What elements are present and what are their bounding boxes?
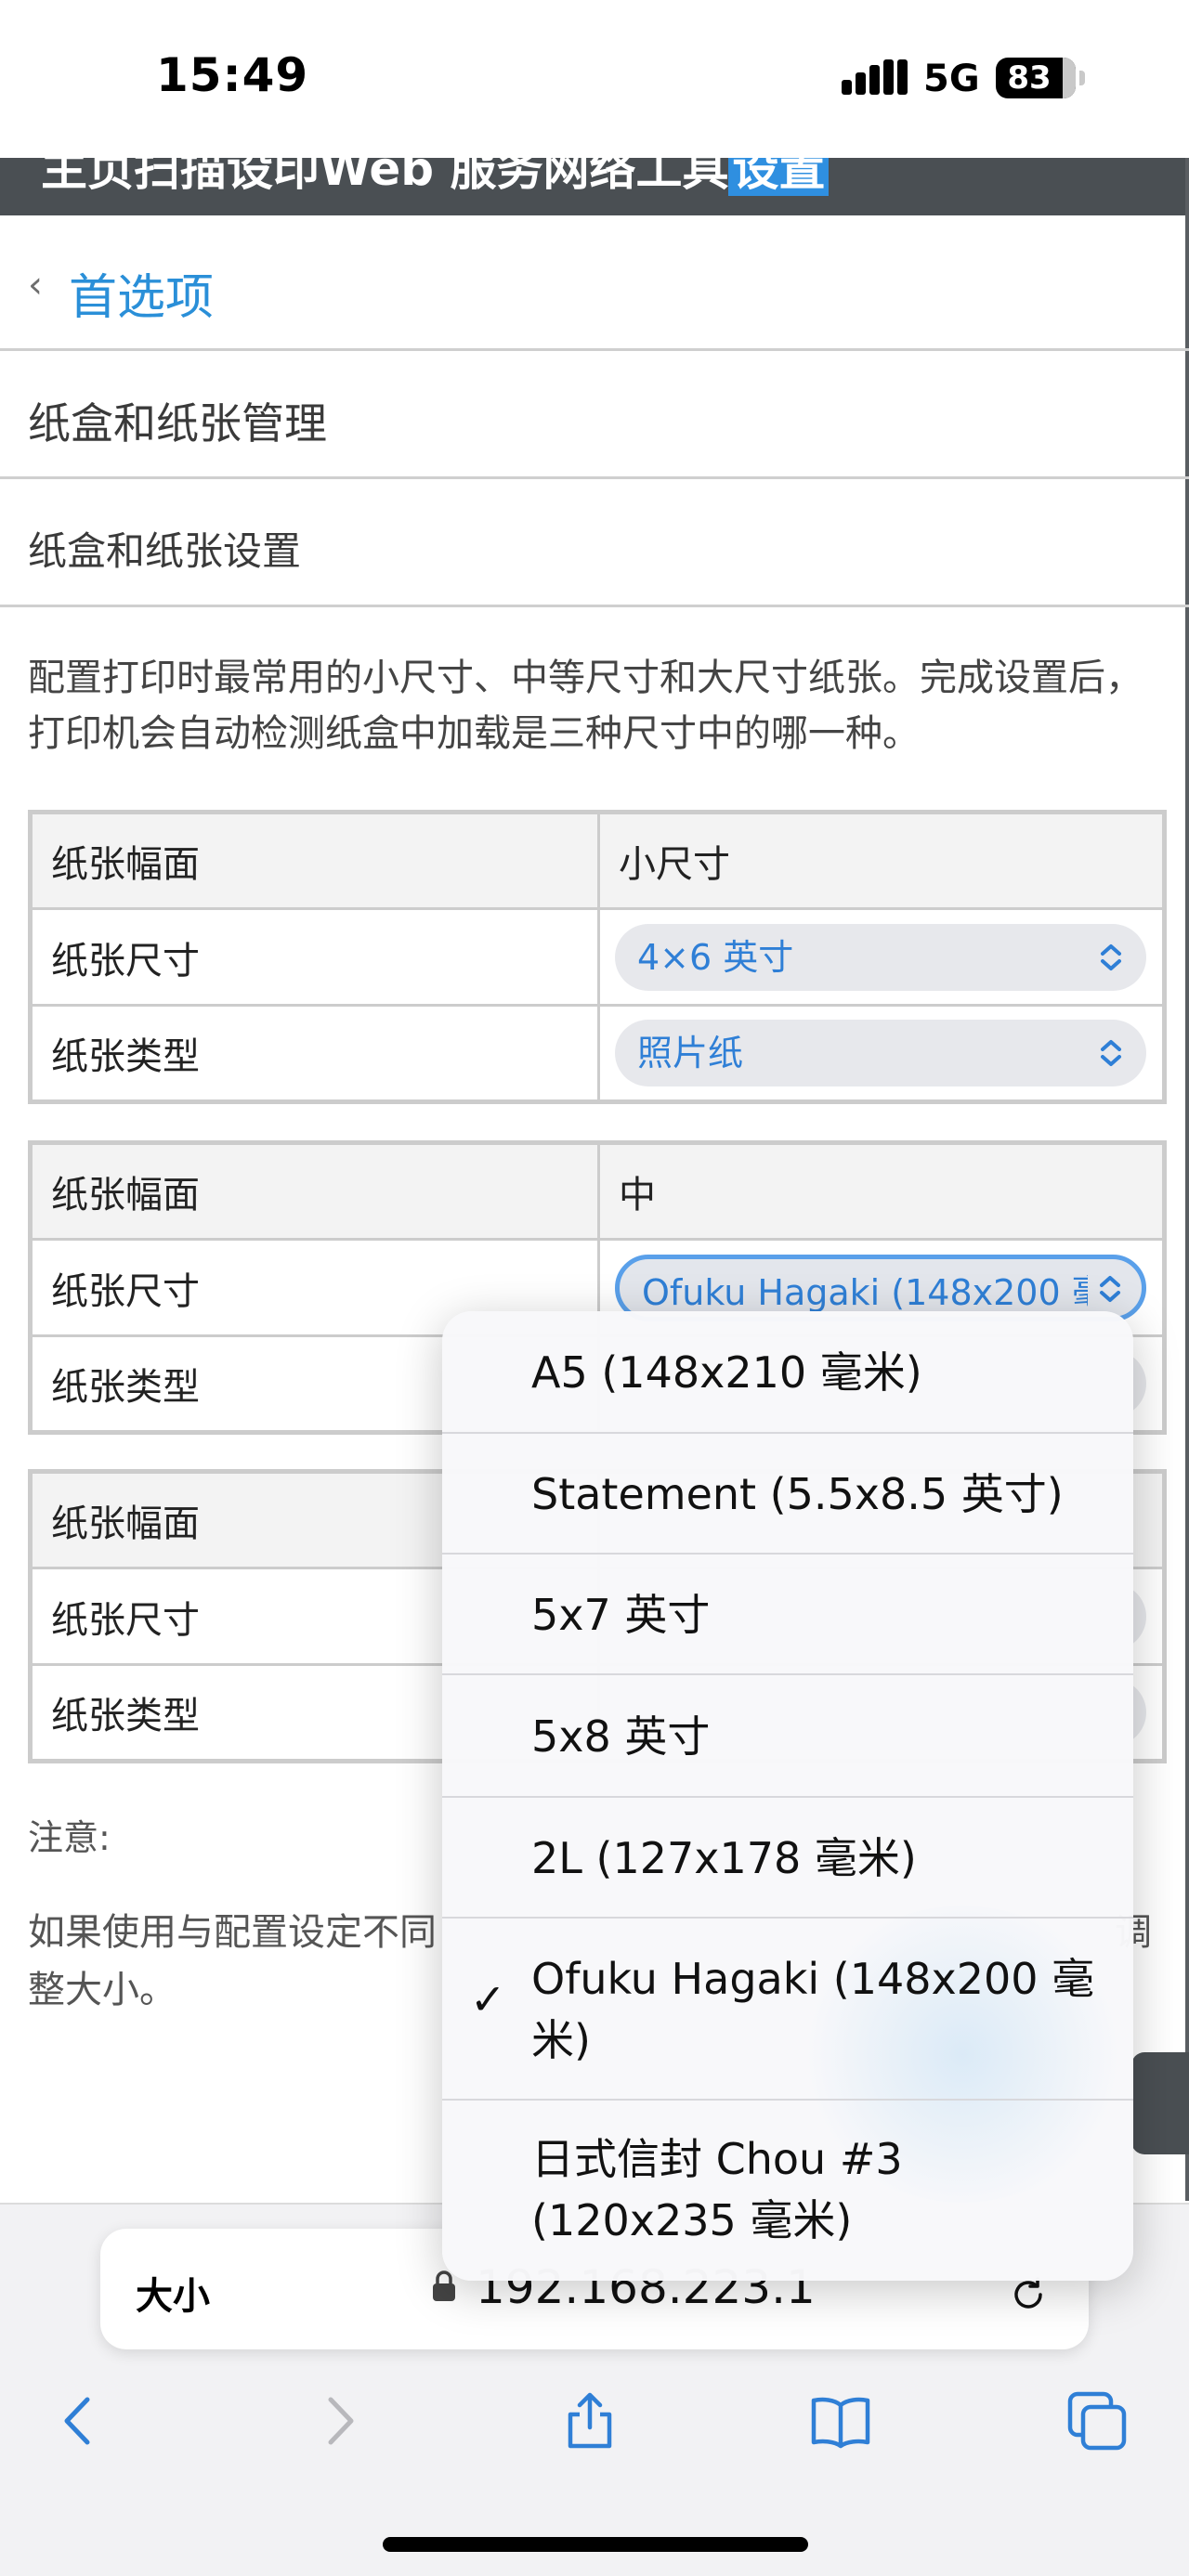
paper-size-label: 纸张尺寸: [29, 907, 600, 1007]
dropdown-option[interactable]: 5x8 英寸: [442, 1675, 1133, 1798]
page-settings-label: 大小: [136, 2275, 210, 2318]
dropdown-option-selected[interactable]: ✓ Ofuku Hagaki (148x200 毫米): [442, 1919, 1133, 2101]
chevron-updown-icon: [1101, 943, 1121, 970]
back-icon[interactable]: [46, 2388, 111, 2453]
dropdown-option[interactable]: Statement (5.5x8.5 英寸): [442, 1434, 1133, 1555]
subsection-header-row: 纸盒和纸张设置: [0, 479, 1189, 607]
dropdown-option-label: A5 (148x210 毫米): [531, 1347, 922, 1398]
paper-format-label: 纸张幅面: [29, 1141, 600, 1241]
forward-icon[interactable]: [307, 2388, 372, 2453]
dropdown-option[interactable]: 2L (127x178 毫米): [442, 1798, 1133, 1919]
paper-type-label: 纸张类型: [29, 1004, 600, 1103]
chevron-updown-icon: [1100, 1275, 1120, 1302]
back-link-preferences[interactable]: 首选项: [69, 258, 214, 328]
paper-format-label: 纸张幅面: [29, 811, 600, 910]
top-nav-text: 主页扫描设印Web 服务网络工具设置: [41, 158, 830, 199]
chevron-updown-icon: [1101, 1040, 1121, 1066]
network-type: 5G: [923, 58, 980, 100]
section-title-tray-settings: 纸盒和纸张设置: [28, 528, 302, 574]
note-text-start: 如果使用与配置设定不同: [28, 1911, 437, 1954]
dropdown-option-label: Statement (5.5x8.5 英寸): [531, 1469, 1064, 1519]
section-header-row: 纸盒和纸张管理: [0, 351, 1189, 479]
dropdown-option-label: 5x8 英寸: [531, 1711, 711, 1762]
cellular-signal-icon: [842, 59, 908, 97]
note-label: 注意:: [28, 1817, 111, 1858]
paper-size-select[interactable]: 4×6 英寸: [615, 923, 1146, 991]
paper-format-value: 中: [597, 1141, 1166, 1241]
bookmarks-icon[interactable]: [808, 2388, 873, 2453]
status-bar: 15:49 5G 83: [0, 0, 1189, 158]
paper-size-dropdown-menu: A5 (148x210 毫米) Statement (5.5x8.5 英寸) 5…: [442, 1311, 1133, 2281]
dropdown-option[interactable]: A5 (148x210 毫米): [442, 1311, 1133, 1434]
tabs-icon[interactable]: [1065, 2388, 1130, 2453]
note-text-line2: 整大小。: [28, 1969, 176, 2011]
description-text: 配置打印时最常用的小尺寸、中等尺寸和大尺寸纸张。完成设置后，打印机会自动检测纸盒…: [28, 657, 1143, 755]
chevron-left-icon[interactable]: ‹: [28, 264, 43, 306]
top-nav-bar: 主页扫描设印Web 服务网络工具设置: [0, 158, 1189, 215]
paper-size-select-value: 4×6 英寸: [637, 936, 794, 978]
dropdown-option[interactable]: 5x7 英寸: [442, 1555, 1133, 1675]
dropdown-option[interactable]: 日式信封 Chou #3 (120x235 毫米): [442, 2101, 1133, 2281]
dropdown-option-label: 2L (127x178 毫米): [531, 1833, 917, 1883]
top-nav-partial: 主页扫描设印Web 服务网络工具: [41, 158, 729, 196]
dropdown-option-label: 日式信封 Chou #3 (120x235 毫米): [531, 2134, 903, 2245]
section-title-tray-management: 纸盒和纸张管理: [28, 398, 327, 449]
top-nav-settings-link[interactable]: 设置: [728, 158, 830, 196]
battery-level: 83: [1007, 59, 1052, 97]
page-settings-button[interactable]: 大小: [136, 2266, 210, 2320]
share-icon[interactable]: [557, 2388, 622, 2453]
dropdown-option-label: 5x7 英寸: [531, 1590, 711, 1640]
checkmark-icon: ✓: [470, 1974, 506, 2024]
battery-cap: [1079, 71, 1085, 85]
paper-table-small: 纸张幅面 小尺寸 纸张尺寸 4×6 英寸 纸张类型 照片纸: [28, 810, 1167, 1104]
dropdown-option-label: Ofuku Hagaki (148x200 毫米): [531, 1954, 1095, 2065]
home-indicator: [383, 2537, 808, 2552]
paper-type-select-value: 照片纸: [637, 1033, 744, 1073]
status-time: 15:49: [156, 48, 309, 102]
paper-format-value: 小尺寸: [597, 811, 1166, 910]
battery-icon: 83: [996, 58, 1076, 98]
floating-side-tab[interactable]: [1131, 2052, 1189, 2154]
paper-type-select[interactable]: 照片纸: [615, 1020, 1146, 1086]
